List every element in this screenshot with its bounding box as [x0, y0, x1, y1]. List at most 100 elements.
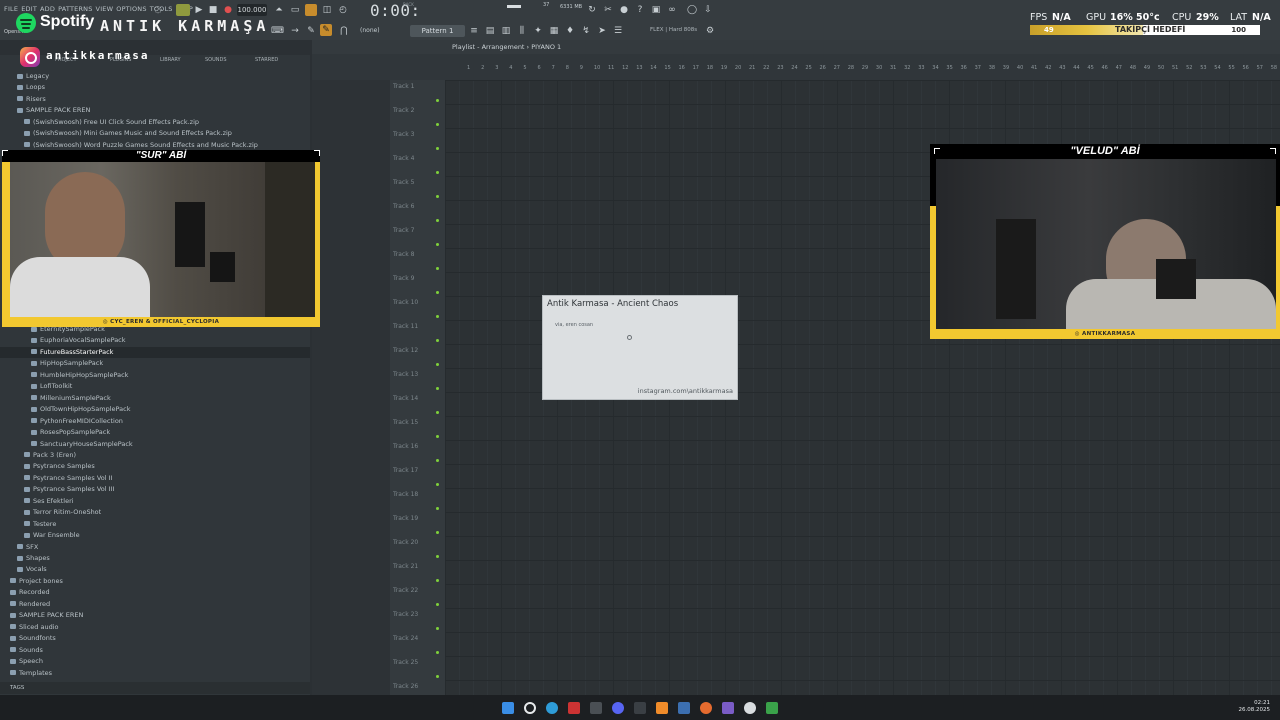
download-icon[interactable]: ⇩ — [702, 4, 714, 16]
track-label[interactable]: Track 15 — [393, 419, 418, 426]
track-mute-led[interactable] — [436, 147, 439, 150]
browser-item[interactable]: Templates — [0, 668, 310, 679]
track-mute-led[interactable] — [436, 507, 439, 510]
track-mute-led[interactable] — [436, 291, 439, 294]
explorer-icon[interactable] — [634, 702, 646, 714]
browser-item[interactable]: Speech — [0, 656, 310, 667]
track-mute-led[interactable] — [436, 171, 439, 174]
browser-tab-starred[interactable]: STARRED — [255, 57, 278, 63]
track-mute-led[interactable] — [436, 339, 439, 342]
terminal-icon[interactable] — [590, 702, 602, 714]
browser-item[interactable]: Psytrance Samples Vol III — [0, 484, 310, 495]
browser-tab-library[interactable]: LIBRARY — [160, 57, 181, 63]
stop-icon[interactable]: ■ — [207, 4, 219, 16]
browser-item[interactable]: RosesPopSamplePack — [0, 427, 310, 438]
track-label[interactable]: Track 18 — [393, 491, 418, 498]
track-label[interactable]: Track 12 — [393, 347, 418, 354]
track-mute-led[interactable] — [436, 195, 439, 198]
waveform-icon[interactable]: ▭ — [289, 4, 301, 16]
browser-item[interactable]: Ses Efektleri — [0, 496, 310, 507]
firefox-icon[interactable] — [700, 702, 712, 714]
blend-notes-icon[interactable]: ◫ — [321, 4, 333, 16]
app-purple-icon[interactable] — [722, 702, 734, 714]
app-blue-icon[interactable] — [678, 702, 690, 714]
mic-icon[interactable]: ● — [618, 4, 630, 16]
track-label[interactable]: Track 23 — [393, 611, 418, 618]
obs-icon[interactable] — [744, 702, 756, 714]
edge-icon[interactable] — [546, 702, 558, 714]
track-label[interactable]: Track 26 — [393, 683, 418, 690]
flex-icon[interactable]: ⚙ — [704, 25, 716, 37]
search-icon[interactable] — [524, 702, 536, 714]
browser-item[interactable]: (SwishSwoosh) Mini Games Music and Sound… — [0, 128, 310, 139]
tempo-display[interactable]: 100.000 — [237, 4, 267, 16]
track-mute-led[interactable] — [436, 267, 439, 270]
track-mute-led[interactable] — [436, 579, 439, 582]
track-label[interactable]: Track 14 — [393, 395, 418, 402]
xbox-icon[interactable] — [766, 702, 778, 714]
track-label[interactable]: Track 13 — [393, 371, 418, 378]
track-mute-led[interactable] — [436, 483, 439, 486]
track-label[interactable]: Track 9 — [393, 275, 414, 282]
track-mute-led[interactable] — [436, 363, 439, 366]
browser-item[interactable]: Psytrance Samples Vol II — [0, 473, 310, 484]
browser-item[interactable]: Recorded — [0, 587, 310, 598]
app-red-icon[interactable] — [568, 702, 580, 714]
browser-item[interactable]: Risers — [0, 94, 310, 105]
track-label[interactable]: Track 4 — [393, 155, 414, 162]
record-icon[interactable]: ● — [222, 4, 234, 16]
browser-item[interactable]: MilleniumSamplePack — [0, 393, 310, 404]
menu-view[interactable]: VIEW — [96, 5, 114, 13]
refresh-icon[interactable]: ↻ — [586, 4, 598, 16]
track-label[interactable]: Track 1 — [393, 83, 414, 90]
clock-mode[interactable]: BACK — [403, 2, 414, 7]
track-mute-led[interactable] — [436, 219, 439, 222]
track-mute-led[interactable] — [436, 411, 439, 414]
track-label[interactable]: Track 11 — [393, 323, 418, 330]
browser-item[interactable]: OldTownHipHopSamplePack — [0, 404, 310, 415]
browser-item[interactable]: Vocals — [0, 564, 310, 575]
browser-item[interactable]: Terror Ritim-OneShot — [0, 507, 310, 518]
plugin-picker-icon[interactable]: ✦ — [532, 25, 544, 37]
track-mute-led[interactable] — [436, 531, 439, 534]
now-playing-link[interactable]: instagram.com\antikkarmasa — [638, 387, 733, 395]
channel-rack-icon[interactable]: ▥ — [500, 25, 512, 37]
track-mute-led[interactable] — [436, 387, 439, 390]
discord-icon[interactable] — [612, 702, 624, 714]
brush-icon[interactable]: ✎ — [305, 25, 317, 37]
browser-item[interactable]: EuphoriaVocalSamplePack — [0, 335, 310, 346]
loop-record-icon[interactable]: ◌ — [152, 4, 164, 16]
browser-item[interactable]: Soundfonts — [0, 633, 310, 644]
track-label[interactable]: Track 20 — [393, 539, 418, 546]
browser-item[interactable]: HipHopSamplePack — [0, 358, 310, 369]
countdown-icon[interactable]: ◴ — [337, 4, 349, 16]
track-mute-led[interactable] — [436, 459, 439, 462]
track-mute-led[interactable] — [436, 675, 439, 678]
metronome-icon[interactable]: ⏶ — [273, 4, 285, 16]
cut-icon[interactable]: ✂ — [602, 4, 614, 16]
playlist-icon[interactable]: ≡ — [468, 25, 480, 37]
browser-item[interactable]: Loops — [0, 82, 310, 93]
browser-item[interactable]: HumbleHipHopSamplePack — [0, 370, 310, 381]
pat-song-toggle[interactable] — [176, 4, 190, 16]
track-label[interactable]: Track 7 — [393, 227, 414, 234]
track-label[interactable]: Track 16 — [393, 443, 418, 450]
track-mute-led[interactable] — [436, 627, 439, 630]
track-label[interactable]: Track 5 — [393, 179, 414, 186]
track-label[interactable]: Track 3 — [393, 131, 414, 138]
flex-preset[interactable]: FLEX | Hard 808s — [650, 27, 697, 33]
record-audio-icon[interactable]: ▣ — [650, 4, 662, 16]
browser-item[interactable]: (SwishSwoosh) Free UI Click Sound Effect… — [0, 117, 310, 128]
browser-tab-sounds[interactable]: SOUNDS — [205, 57, 227, 63]
browser-item[interactable]: Testere — [0, 519, 310, 530]
help-icon[interactable]: ? — [634, 4, 646, 16]
track-label[interactable]: Track 2 — [393, 107, 414, 114]
cable-icon[interactable]: ↯ — [580, 25, 592, 37]
browser-item[interactable]: Psytrance Samples — [0, 461, 310, 472]
pencil-tool-icon[interactable]: ✎ — [320, 24, 332, 36]
track-mute-led[interactable] — [436, 555, 439, 558]
browser-item[interactable]: Rendered — [0, 599, 310, 610]
link-icon[interactable]: ∞ — [666, 4, 678, 16]
mixer-icon[interactable]: ⫼ — [516, 25, 528, 37]
track-label[interactable]: Track 24 — [393, 635, 418, 642]
